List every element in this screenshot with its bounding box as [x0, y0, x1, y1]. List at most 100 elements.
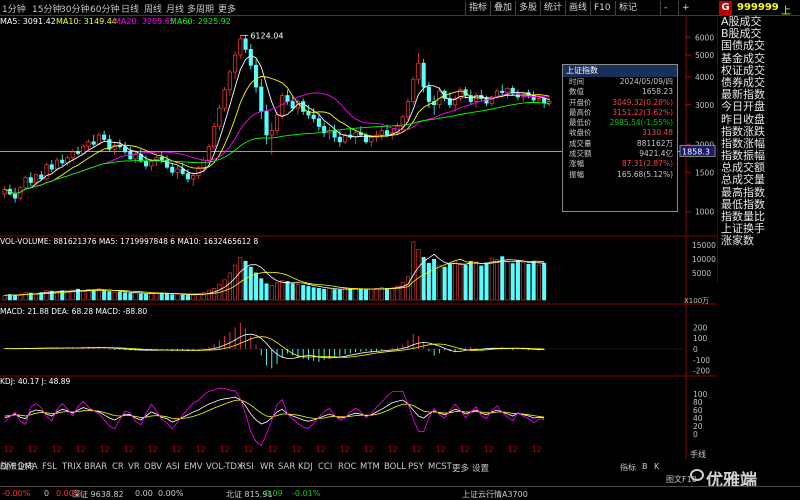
candle-body	[269, 130, 274, 136]
panel-switch-tab[interactable]: K	[654, 462, 659, 471]
side-panel-item[interactable]: 总成交量	[718, 174, 800, 186]
period-more[interactable]: 更多	[218, 2, 236, 15]
volume-bar	[494, 259, 500, 301]
candle-body	[290, 101, 295, 109]
indicator-tab[interactable]: MTM	[360, 462, 380, 472]
peak-annotation: 6124.04	[250, 31, 283, 40]
indicator-tab[interactable]: RSI	[240, 462, 254, 472]
candle-body	[421, 62, 426, 88]
period-60min[interactable]: 60分钟	[90, 2, 119, 15]
candle-body	[233, 54, 238, 73]
indicator-tab[interactable]: BRAR	[84, 462, 107, 472]
macd-tick-label: 200	[693, 323, 708, 332]
period-30min[interactable]: 30分钟	[60, 2, 89, 15]
status-item: 上证云行情A3700	[462, 490, 528, 499]
candle-body	[227, 71, 232, 91]
indicator-tab[interactable]: EMV	[184, 462, 203, 472]
candle-body	[159, 156, 164, 161]
indicator-tab[interactable]: WR	[260, 462, 274, 472]
period-month[interactable]: 月线	[166, 2, 184, 15]
indicator-tab[interactable]: KDJ	[298, 462, 313, 472]
period-15min[interactable]: 15分钟	[32, 2, 61, 15]
data-window-row: 收盘价 3130.48	[563, 128, 677, 138]
candle-body	[75, 151, 81, 154]
period-day[interactable]: 日线	[121, 2, 139, 15]
data-window-row: 最高价 3151.22(3.62%)	[563, 108, 677, 118]
volume-bar	[416, 249, 421, 301]
stock-code[interactable]: 999999	[737, 2, 779, 13]
volume-bar	[463, 264, 468, 301]
draw-line-button[interactable]: 画线	[565, 1, 590, 15]
indicator-tab[interactable]: VR	[128, 462, 140, 472]
side-panel-item[interactable]: 涨家数	[718, 235, 800, 247]
indicator-tab[interactable]: BOLL	[384, 462, 406, 472]
volume-bar	[505, 260, 510, 301]
period-1min[interactable]: 1分钟	[2, 2, 26, 15]
stats-button[interactable]: 统计	[540, 1, 565, 15]
volume-bar	[337, 289, 342, 301]
indicator-tab[interactable]: SAR	[278, 462, 295, 472]
volume-bar	[353, 288, 358, 301]
period-week[interactable]: 周线	[144, 2, 162, 15]
volume-bar	[521, 262, 526, 301]
indicator-tab[interactable]: OBV	[144, 462, 162, 472]
multi-stock-button[interactable]: 多股	[515, 1, 540, 15]
indicator-tab[interactable]: TRIX	[62, 462, 81, 472]
indicator-tab[interactable]: ROC	[338, 462, 357, 472]
volume-bar	[536, 264, 541, 301]
side-panel-item[interactable]: 最高指数	[718, 186, 800, 199]
volume-bar	[500, 256, 505, 301]
volume-bar	[306, 286, 311, 301]
mark-button[interactable]: 标记	[615, 1, 640, 15]
indicator-tab[interactable]: VOL-TDX	[206, 462, 243, 472]
data-window-label: 开盘价	[569, 97, 592, 107]
side-panel-item[interactable]: 今日开盘	[718, 101, 800, 113]
indicator-tab[interactable]: CCI	[318, 462, 332, 472]
indicator-tab[interactable]: CR	[112, 462, 124, 472]
volume-bar	[248, 266, 253, 301]
data-window-value: 2985.54(-1.55%)	[609, 118, 673, 128]
overlay-button[interactable]: 叠加	[490, 1, 515, 15]
volume-bar	[432, 259, 437, 301]
f10-link[interactable]: 图文F10	[666, 474, 697, 485]
candle-body	[143, 160, 149, 167]
panel-switch-tab[interactable]: B	[642, 462, 648, 471]
candle-body	[102, 134, 107, 140]
volume-bar	[133, 292, 138, 301]
side-panel-item[interactable]: 国债成交	[718, 40, 800, 52]
group-badge[interactable]: G	[719, 1, 732, 15]
volume-bar	[34, 293, 39, 301]
indicator-tab[interactable]: 更多	[452, 462, 469, 474]
volume-bar	[400, 282, 405, 301]
candle-body	[332, 130, 337, 138]
volume-tick-label: 15000	[692, 241, 716, 250]
volume-bar	[542, 262, 547, 301]
period-multi[interactable]: 多周期	[187, 2, 214, 15]
f10-button[interactable]: F10	[590, 1, 614, 15]
candle-body	[416, 62, 421, 80]
indicator-tab[interactable]: 设置	[472, 462, 489, 474]
indicator-tab[interactable]: DMI	[0, 462, 16, 472]
indicator-tab[interactable]: DMA	[18, 462, 38, 472]
volume-bar	[144, 293, 149, 301]
indicator-button[interactable]: 指标	[465, 1, 490, 15]
status-item: -0.00%	[2, 489, 31, 498]
volume-bar	[191, 294, 196, 301]
indicator-tab[interactable]: PSY	[408, 462, 424, 472]
indicator-tab[interactable]: FSL	[42, 462, 57, 472]
data-window-value: 165.68(5.12%)	[617, 169, 673, 179]
zoom-in-button[interactable]: +	[678, 1, 693, 15]
hand-line-label[interactable]: 手线	[690, 449, 706, 460]
side-panel-item[interactable]: 昨日收盘	[718, 113, 800, 126]
indicator-tab[interactable]: ASI	[166, 462, 180, 472]
volume-bar	[379, 287, 384, 301]
zoom-out-button[interactable]: -	[660, 1, 670, 15]
side-panel-item[interactable]: 基金成交	[718, 52, 800, 65]
volume-bar	[13, 295, 18, 301]
candle-body	[191, 175, 196, 180]
x-tick-label: 12	[52, 445, 62, 454]
kline-chart-area[interactable]: 60005000400030002000150010001858.36124.0…	[0, 16, 800, 460]
candle-body	[411, 78, 416, 102]
panel-switch-tab[interactable]: 指标	[620, 462, 636, 473]
indicator-tab[interactable]: MCST	[428, 462, 452, 472]
